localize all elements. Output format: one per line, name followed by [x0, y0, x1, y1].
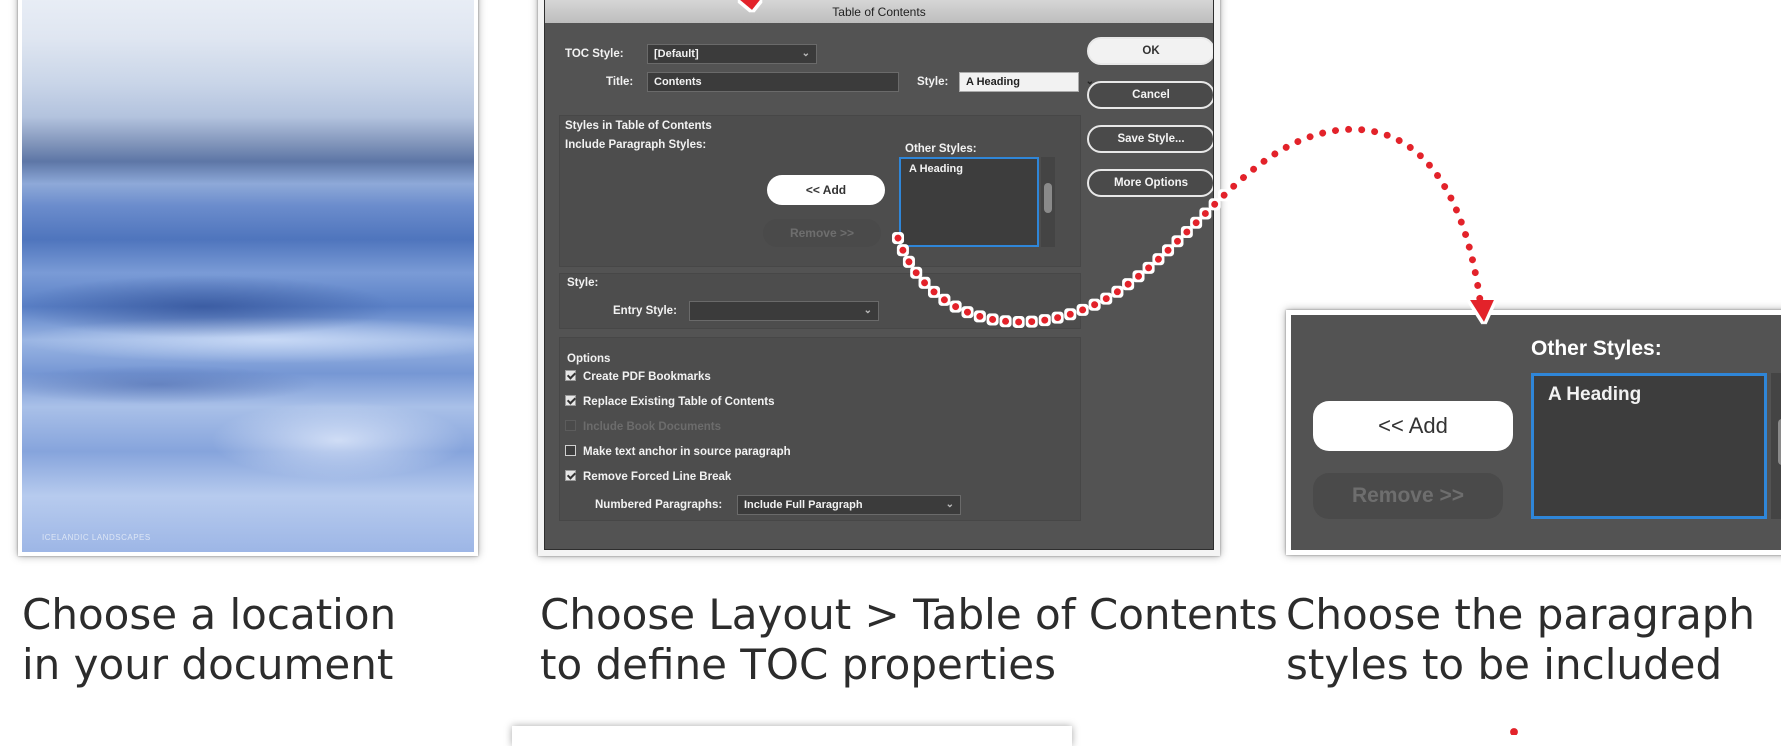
chevron-down-icon: ⌄: [945, 499, 954, 510]
option-label: Replace Existing Table of Contents: [583, 396, 775, 408]
title-input[interactable]: Contents: [647, 72, 899, 92]
chevron-down-icon: ⌄: [863, 305, 872, 316]
other-styles-list[interactable]: A Heading: [1531, 373, 1767, 519]
caption-document-line1: Choose a location: [22, 590, 397, 639]
checkbox-icon: [565, 420, 576, 431]
toc-style-select[interactable]: [Default] ⌄: [647, 44, 817, 64]
style-select[interactable]: A Heading ⌄: [959, 72, 1094, 92]
zoom-detail: Other Styles: << Add Remove >> A Heading: [1286, 310, 1781, 555]
numbered-paragraphs-label: Numbered Paragraphs:: [595, 499, 723, 511]
arrow-dot-bottom: [1510, 728, 1518, 735]
option-remove-forced-line-break[interactable]: Remove Forced Line Break: [565, 470, 731, 488]
checkbox-icon[interactable]: [565, 445, 576, 456]
option-make-text-anchor[interactable]: Make text anchor in source paragraph: [565, 445, 791, 463]
add-button[interactable]: << Add: [1313, 401, 1513, 451]
remove-button[interactable]: Remove >>: [763, 219, 881, 247]
zoom-dialog: Other Styles: << Add Remove >> A Heading: [1291, 315, 1781, 550]
save-style-button[interactable]: Save Style...: [1087, 125, 1213, 153]
numbered-paragraphs-select[interactable]: Include Full Paragraph ⌄: [737, 495, 961, 515]
cancel-button[interactable]: Cancel: [1087, 81, 1213, 109]
caption-document-line2: in your document: [22, 640, 394, 689]
option-label: Include Book Documents: [583, 421, 722, 433]
checkbox-icon[interactable]: [565, 395, 576, 406]
toc-dialog-frame: Table of Contents TOC Style: [Default] ⌄…: [538, 0, 1220, 556]
zoom-scrollbar[interactable]: [1771, 373, 1781, 519]
ok-button[interactable]: OK: [1087, 37, 1213, 65]
other-styles-scrollbar[interactable]: [1041, 157, 1055, 247]
entry-style-select[interactable]: ⌄: [689, 301, 879, 321]
style-value: A Heading: [966, 76, 1020, 88]
entry-style-label: Entry Style:: [613, 305, 677, 317]
list-item[interactable]: A Heading: [909, 163, 963, 175]
toc-style-value: [Default]: [654, 48, 699, 60]
document-preview: ICELANDIC LANDSCAPES: [18, 0, 478, 556]
toc-dialog: Table of Contents TOC Style: [Default] ⌄…: [544, 0, 1214, 550]
document-footer-text: ICELANDIC LANDSCAPES: [42, 533, 151, 542]
landscape-photo: ICELANDIC LANDSCAPES: [22, 0, 474, 552]
option-replace-existing-toc[interactable]: Replace Existing Table of Contents: [565, 395, 775, 413]
remove-button[interactable]: Remove >>: [1313, 473, 1503, 519]
other-styles-label: Other Styles:: [905, 143, 977, 155]
option-label: Make text anchor in source paragraph: [583, 446, 791, 458]
option-label: Create PDF Bookmarks: [583, 371, 711, 383]
checkbox-icon[interactable]: [565, 370, 576, 381]
caption-zoom-line2: styles to be included: [1286, 640, 1723, 689]
list-item[interactable]: A Heading: [1548, 384, 1641, 406]
style-label: Style:: [917, 76, 949, 88]
toc-style-label: TOC Style:: [565, 48, 624, 60]
more-options-button[interactable]: More Options: [1087, 169, 1213, 197]
dialog-titlebar: Table of Contents: [545, 0, 1213, 23]
options-label: Options: [567, 353, 611, 365]
styles-section-title: Styles in Table of Contents: [565, 120, 712, 132]
numbered-paragraphs-value: Include Full Paragraph: [744, 499, 863, 511]
other-styles-label: Other Styles:: [1531, 337, 1662, 360]
caption-dialog-line2: to define TOC properties: [540, 640, 1056, 689]
caption-zoom-line1: Choose the paragraph: [1286, 590, 1756, 639]
option-label: Remove Forced Line Break: [583, 471, 732, 483]
chevron-down-icon: ⌄: [801, 48, 810, 59]
style-section-label: Style:: [567, 277, 599, 289]
include-paragraph-styles-label: Include Paragraph Styles:: [565, 139, 707, 151]
next-step-frame: [512, 726, 1072, 746]
option-include-book-documents: Include Book Documents: [565, 420, 721, 438]
add-button[interactable]: << Add: [767, 175, 885, 205]
scroll-thumb[interactable]: [1044, 183, 1052, 213]
option-create-pdf-bookmarks[interactable]: Create PDF Bookmarks: [565, 370, 711, 388]
title-label: Title:: [606, 76, 634, 88]
checkbox-icon[interactable]: [565, 470, 576, 481]
caption-dialog-line1: Choose Layout > Table of Contents: [540, 590, 1278, 639]
other-styles-list[interactable]: A Heading: [899, 157, 1039, 247]
